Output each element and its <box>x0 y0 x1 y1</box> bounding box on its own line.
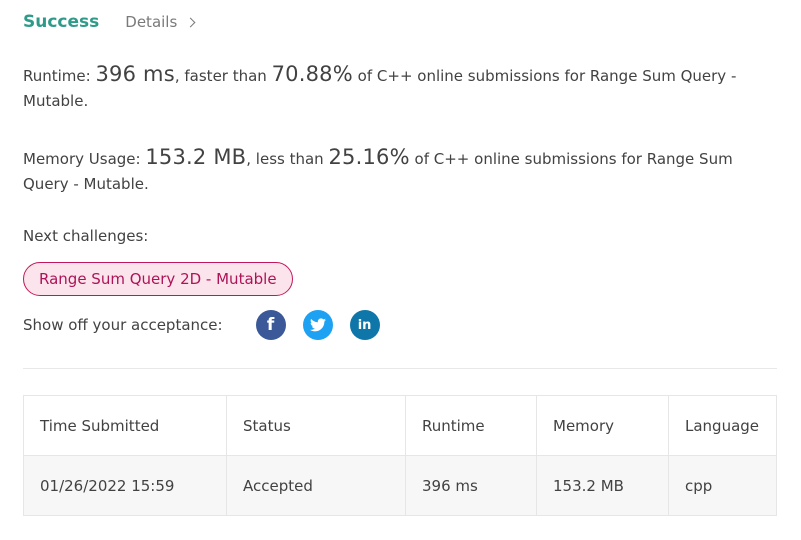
memory-label: Memory Usage: <box>23 150 141 168</box>
table-header-row: Time Submitted Status Runtime Memory Lan… <box>23 395 777 456</box>
linkedin-icon: in <box>357 317 372 333</box>
memory-percent: 25.16% <box>328 145 410 169</box>
challenge-link[interactable]: Range Sum Query 2D - Mutable <box>23 262 293 296</box>
chevron-right-icon <box>185 17 196 28</box>
tab-details[interactable]: Details <box>125 13 196 31</box>
tab-success[interactable]: Success <box>23 12 99 32</box>
cell-memory: 153.2 MB <box>536 455 669 516</box>
result-tabs: Success Details <box>23 0 777 44</box>
cell-time-submitted: 01/26/2022 15:59 <box>23 455 227 516</box>
cell-status-accepted[interactable]: Accepted <box>226 455 406 516</box>
col-language: Language <box>668 395 777 456</box>
linkedin-share-button[interactable]: in <box>349 310 380 340</box>
col-status: Status <box>226 395 406 456</box>
memory-value: 153.2 MB <box>145 145 247 169</box>
memory-summary: Memory Usage: 153.2 MB, less than 25.16%… <box>23 145 777 197</box>
submissions-table: Time Submitted Status Runtime Memory Lan… <box>23 395 777 516</box>
col-memory: Memory <box>536 395 669 456</box>
share-row: Show off your acceptance: f in <box>23 310 777 340</box>
next-challenges-label: Next challenges: <box>23 227 149 245</box>
facebook-share-button[interactable]: f <box>255 310 286 340</box>
runtime-summary: Runtime: 396 ms, faster than 70.88% of C… <box>23 62 777 114</box>
cell-runtime: 396 ms <box>405 455 537 516</box>
col-runtime: Runtime <box>405 395 537 456</box>
divider <box>23 368 777 369</box>
col-time-submitted: Time Submitted <box>23 395 227 456</box>
runtime-value: 396 ms <box>95 62 175 86</box>
tab-details-label: Details <box>125 13 178 31</box>
cell-language: cpp <box>668 455 777 516</box>
submission-result-panel: Success Details Runtime: 396 ms, faster … <box>0 0 801 540</box>
twitter-share-button[interactable] <box>302 310 333 340</box>
table-row: 01/26/2022 15:59 Accepted 396 ms 153.2 M… <box>23 455 777 516</box>
runtime-percent: 70.88% <box>271 62 353 86</box>
facebook-icon: f <box>266 315 275 335</box>
memory-mid: , less than <box>246 150 324 168</box>
runtime-mid: , faster than <box>174 67 267 85</box>
share-label: Show off your acceptance: <box>23 316 223 334</box>
runtime-label: Runtime: <box>23 67 91 85</box>
twitter-icon <box>309 318 326 332</box>
